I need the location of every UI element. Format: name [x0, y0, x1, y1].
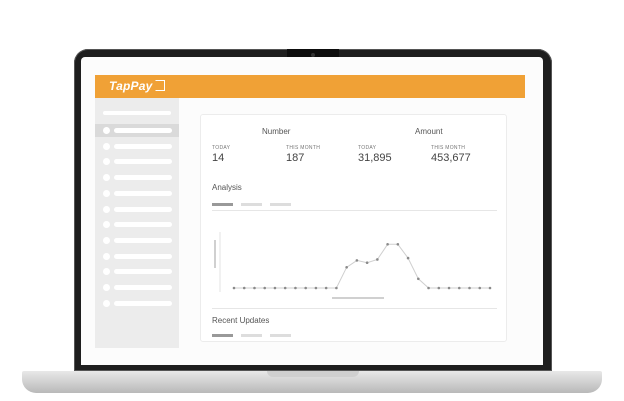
data-point — [457, 286, 461, 290]
data-point — [437, 286, 441, 290]
sidebar-item-icon — [103, 142, 110, 150]
sidebar-item-label — [114, 143, 172, 149]
sidebar-item-icon — [103, 158, 110, 166]
data-point — [242, 286, 246, 290]
data-point — [417, 277, 420, 281]
recent-tab-1[interactable] — [212, 334, 233, 337]
sidebar-item-label — [114, 222, 172, 228]
laptop-base-lip — [267, 371, 359, 377]
data-point — [324, 286, 328, 290]
sidebar-item-icon — [103, 205, 110, 213]
data-point — [468, 286, 471, 290]
brand-logo[interactable]: TapPay — [109, 79, 166, 93]
data-point — [386, 243, 389, 246]
sidebar-item[interactable] — [95, 203, 179, 216]
data-point — [263, 286, 267, 290]
sidebar-item[interactable] — [95, 234, 179, 247]
data-point — [294, 286, 297, 290]
sidebar-item[interactable] — [95, 171, 179, 184]
sidebar-item-label — [114, 128, 172, 133]
data-point — [365, 261, 369, 264]
data-point — [478, 286, 482, 290]
sidebar-item[interactable] — [95, 155, 179, 168]
sidebar-item[interactable] — [95, 187, 179, 200]
data-point — [314, 286, 318, 290]
data-point — [355, 259, 359, 262]
stat-caption: TODAY — [358, 145, 377, 151]
laptop-base — [22, 371, 602, 393]
recent-tab-2[interactable] — [241, 334, 262, 337]
sidebar-item-icon — [103, 299, 110, 307]
analysis-tab-2[interactable] — [241, 203, 262, 206]
sidebar-item-label — [114, 206, 172, 212]
sidebar-item-icon — [103, 189, 110, 197]
data-point — [396, 243, 400, 246]
sidebar-item[interactable] — [95, 124, 179, 137]
sidebar-item-label — [114, 269, 172, 275]
divider — [212, 308, 497, 309]
brand-name: TapPay — [109, 79, 153, 93]
sidebar-item[interactable] — [95, 265, 179, 278]
analysis-tab-1[interactable] — [212, 203, 233, 206]
sidebar-item[interactable] — [95, 281, 179, 294]
sidebar-item-label — [114, 285, 172, 290]
stat-caption: TODAY — [212, 145, 231, 151]
laptop-lid: TapPay Number Amount TODAY 14 THIS MONTH… — [74, 49, 552, 371]
divider — [212, 210, 497, 211]
data-point — [427, 286, 430, 290]
sidebar-item-icon — [103, 174, 110, 182]
data-point — [488, 286, 492, 290]
sidebar-item-icon — [103, 236, 110, 244]
laptop-screen: TapPay Number Amount TODAY 14 THIS MONTH… — [81, 57, 543, 365]
x-scroll-handle — [332, 297, 384, 299]
data-point — [345, 266, 348, 269]
number-header: Number — [262, 127, 291, 136]
stat-value: 31,895 — [358, 152, 392, 164]
sidebar-item-icon — [103, 268, 110, 276]
data-point — [253, 286, 256, 290]
analysis-chart — [214, 232, 492, 299]
data-point — [376, 258, 379, 261]
y-scroll-handle — [214, 240, 216, 268]
stat-caption: THIS MONTH — [431, 145, 466, 151]
analysis-title: Analysis — [212, 183, 242, 192]
sidebar-item[interactable] — [95, 250, 179, 263]
data-point — [232, 286, 236, 290]
sidebar-header-placeholder — [103, 111, 171, 115]
data-point — [283, 286, 287, 290]
sidebar-item-icon — [103, 127, 110, 134]
recent-tab-3[interactable] — [270, 334, 291, 337]
top-bar: TapPay — [95, 75, 525, 98]
brand-mark-icon — [155, 80, 166, 91]
analysis-tab-3[interactable] — [270, 203, 291, 206]
series-line — [234, 243, 490, 289]
sidebar — [95, 98, 179, 348]
sidebar-item-icon — [103, 252, 110, 260]
stat-value: 453,677 — [431, 152, 471, 164]
data-point — [335, 286, 338, 290]
sidebar-item-icon — [103, 284, 110, 291]
stat-value: 14 — [212, 152, 225, 164]
sidebar-item-icon — [103, 221, 110, 229]
data-point — [304, 286, 307, 290]
sidebar-item-label — [114, 190, 172, 196]
sidebar-item-label — [114, 237, 172, 243]
stat-caption: THIS MONTH — [286, 145, 321, 151]
sidebar-item-label — [114, 175, 172, 181]
dashboard-panel: Number Amount TODAY 14 THIS MONTH 187 TO… — [200, 114, 507, 342]
sidebar-item-label — [114, 159, 172, 165]
data-point — [406, 256, 410, 260]
sidebar-item[interactable] — [95, 140, 179, 153]
sidebar-item[interactable] — [95, 218, 179, 231]
sidebar-item-label — [114, 253, 172, 259]
stat-value: 187 — [286, 152, 305, 164]
amount-header: Amount — [415, 127, 443, 136]
recent-updates-title: Recent Updates — [212, 316, 270, 325]
data-point — [447, 286, 451, 290]
sidebar-item[interactable] — [95, 297, 179, 310]
sidebar-item-label — [114, 300, 172, 306]
data-point — [273, 286, 277, 290]
